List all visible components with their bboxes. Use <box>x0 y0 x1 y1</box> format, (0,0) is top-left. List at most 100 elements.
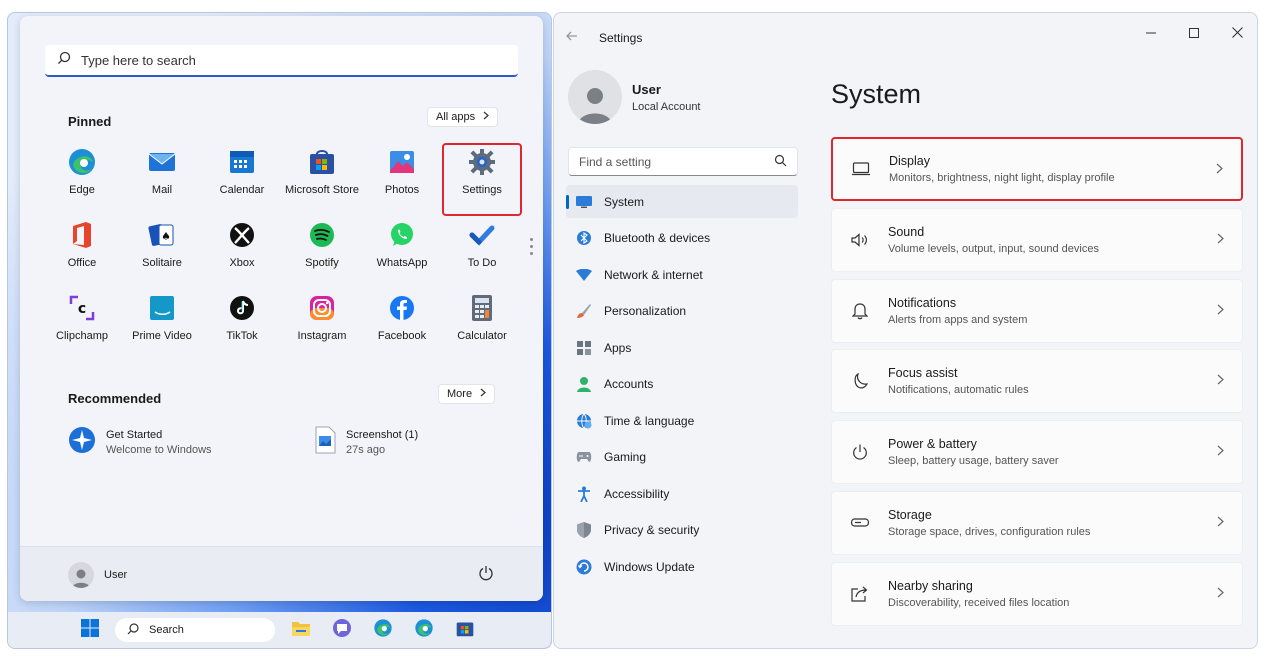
nav-label: Accessibility <box>604 486 670 501</box>
settings-card-sound[interactable]: Sound Volume levels, output, input, soun… <box>831 207 1243 272</box>
settings-card-nearby-sharing[interactable]: Nearby sharing Discoverability, received… <box>831 561 1243 626</box>
system-settings-list: Display Monitors, brightness, night ligh… <box>831 137 1243 633</box>
nav-item-privacy-security[interactable]: Privacy & security <box>566 514 798 547</box>
find-setting-input[interactable]: Find a setting <box>568 147 798 176</box>
nav-item-personalization[interactable]: Personalization <box>566 295 798 328</box>
pinned-app-instagram[interactable]: Instagram <box>282 289 362 362</box>
minimize-button[interactable] <box>1136 23 1166 43</box>
edge-icon <box>414 618 434 643</box>
taskbar-edge-2[interactable] <box>413 618 435 643</box>
chat-icon <box>332 618 352 643</box>
display-icon <box>851 159 871 179</box>
taskbar: Search <box>8 612 551 648</box>
bell-icon <box>850 301 870 321</box>
start-user-button[interactable]: User <box>68 562 127 588</box>
edge-icon <box>373 618 393 643</box>
back-button[interactable] <box>566 29 578 45</box>
settings-card-storage[interactable]: Storage Storage space, drives, configura… <box>831 490 1243 555</box>
bluetooth-icon <box>576 230 592 246</box>
card-subtitle: Volume levels, output, input, sound devi… <box>888 242 1099 255</box>
tiktok-icon <box>227 293 257 323</box>
all-apps-button[interactable]: All apps <box>427 107 499 127</box>
pinned-app-to-do[interactable]: To Do <box>442 216 522 289</box>
nav-item-windows-update[interactable]: Windows Update <box>566 550 798 583</box>
start-footer: User <box>20 546 543 601</box>
nav-item-accounts[interactable]: Accounts <box>566 368 798 401</box>
taskbar-store[interactable] <box>454 619 476 641</box>
pinned-app-facebook[interactable]: Facebook <box>362 289 442 362</box>
nav-item-network-internet[interactable]: Network & internet <box>566 258 798 291</box>
pinned-app-edge[interactable]: Edge <box>42 143 122 216</box>
nav-label: Windows Update <box>604 559 695 574</box>
settings-card-display[interactable]: Display Monitors, brightness, night ligh… <box>831 137 1243 201</box>
power-icon <box>478 566 494 585</box>
maximize-button[interactable] <box>1179 23 1209 43</box>
pinned-app-calendar[interactable]: Calendar <box>202 143 282 216</box>
pinned-app-settings[interactable]: Settings <box>442 143 522 216</box>
close-button[interactable] <box>1222 23 1252 43</box>
more-button[interactable]: More <box>438 384 496 404</box>
nav-item-accessibility[interactable]: Accessibility <box>566 477 798 510</box>
pinned-app-office[interactable]: Office <box>42 216 122 289</box>
taskbar-file-explorer[interactable] <box>290 619 312 641</box>
nav-label: Network & internet <box>604 267 703 282</box>
pinned-app-photos[interactable]: Photos <box>362 143 442 216</box>
card-title: Display <box>889 154 930 168</box>
chevron-right-icon <box>1217 233 1224 247</box>
chevron-right-icon <box>480 388 486 400</box>
accounts-icon <box>576 376 592 392</box>
pinned-app-tiktok[interactable]: TikTok <box>202 289 282 362</box>
nav-label: Time & language <box>604 413 695 428</box>
pinned-apps-grid: Edge Mail Calendar Microsoft Store Photo… <box>42 143 522 362</box>
card-subtitle: Monitors, brightness, night light, displ… <box>889 172 1115 184</box>
pinned-app-calculator[interactable]: Calculator <box>442 289 522 362</box>
settings-window: Settings User Local Account Find a setti… <box>553 12 1258 649</box>
nav-label: Accounts <box>604 377 654 391</box>
nav-item-bluetooth-devices[interactable]: Bluetooth & devices <box>566 222 798 255</box>
taskbar-chat[interactable] <box>331 618 353 643</box>
nav-item-system[interactable]: System <box>566 185 798 218</box>
nav-item-apps[interactable]: Apps <box>566 331 798 364</box>
image-file-icon <box>314 426 336 459</box>
window-title: Settings <box>599 31 643 45</box>
pinned-app-whatsapp[interactable]: WhatsApp <box>362 216 442 289</box>
pinned-app-prime-video[interactable]: Prime Video <box>122 289 202 362</box>
page-title: System <box>831 79 922 109</box>
taskbar-start-button[interactable] <box>79 618 101 641</box>
nav-item-time-language[interactable]: Time & language <box>566 404 798 437</box>
card-subtitle: Alerts from apps and system <box>888 313 1028 326</box>
pinned-app-mail[interactable]: Mail <box>122 143 202 216</box>
pinned-app-solitaire[interactable]: ♠ Solitaire <box>122 216 202 289</box>
search-icon <box>57 51 71 70</box>
prime-video-icon <box>147 293 177 323</box>
taskbar-search[interactable]: Search <box>115 618 275 642</box>
app-label: Microsoft Store <box>285 184 359 196</box>
start-menu: Type here to search Pinned All apps Edge… <box>20 16 543 601</box>
mail-icon <box>147 147 177 177</box>
whatsapp-icon <box>387 220 417 250</box>
maximize-icon <box>1189 26 1199 41</box>
taskbar-edge[interactable] <box>372 618 394 643</box>
page-indicator-dots[interactable] <box>530 238 534 259</box>
pinned-app-microsoft-store[interactable]: Microsoft Store <box>282 143 362 216</box>
settings-card-focus-assist[interactable]: Focus assist Notifications, automatic ru… <box>831 349 1243 414</box>
card-title: Power & battery <box>888 437 977 452</box>
settings-card-notifications[interactable]: Notifications Alerts from apps and syste… <box>831 278 1243 343</box>
settings-card-power-battery[interactable]: Power & battery Sleep, battery usage, ba… <box>831 420 1243 485</box>
solitaire-icon: ♠ <box>147 220 177 250</box>
nav-item-gaming[interactable]: Gaming <box>566 441 798 474</box>
pinned-app-xbox[interactable]: Xbox <box>202 216 282 289</box>
nav-label: Privacy & security <box>604 523 700 537</box>
pinned-app-spotify[interactable]: Spotify <box>282 216 362 289</box>
recommended-item-screenshot[interactable]: Screenshot (1) 27s ago <box>314 426 418 459</box>
start-search-box[interactable]: Type here to search <box>45 45 518 77</box>
sound-icon <box>850 230 870 250</box>
power-button[interactable] <box>478 565 494 586</box>
recommended-item-get-started[interactable]: Get Started Welcome to Windows <box>68 426 212 459</box>
find-setting-placeholder: Find a setting <box>579 154 652 169</box>
store-icon <box>307 147 337 177</box>
app-label: Prime Video <box>132 330 192 342</box>
pinned-app-clipchamp[interactable]: c Clipchamp <box>42 289 122 362</box>
minimize-icon <box>1146 26 1156 41</box>
profile-section[interactable]: User Local Account <box>568 70 701 124</box>
